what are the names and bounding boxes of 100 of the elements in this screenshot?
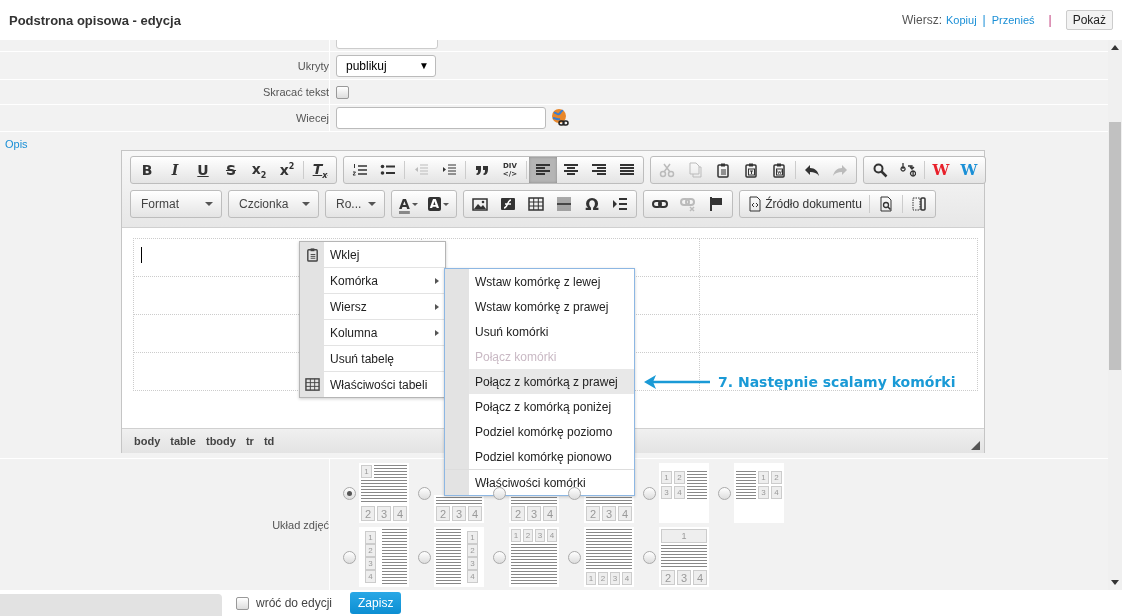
scrollbar[interactable] xyxy=(1108,40,1122,590)
show-button[interactable]: Pokaż xyxy=(1065,10,1113,30)
radio-button[interactable] xyxy=(343,550,356,564)
cut-icon xyxy=(659,162,675,178)
subscript-button[interactable]: x$_{2}$ xyxy=(245,157,273,183)
caret-icon xyxy=(302,202,310,206)
align-left-button[interactable] xyxy=(529,157,557,183)
hidden-select[interactable]: publikuj ▼ xyxy=(336,54,436,77)
radio-button[interactable] xyxy=(643,550,656,564)
arrow xyxy=(644,375,710,389)
menu-item[interactable]: Komórka xyxy=(300,268,445,294)
element-path-link[interactable]: tr xyxy=(245,435,254,447)
radio-button[interactable] xyxy=(493,550,506,564)
field-label: Skracać tekst xyxy=(262,86,329,98)
text-lines xyxy=(687,471,707,499)
dropdown[interactable]: Czcionka xyxy=(228,190,319,218)
menu-item[interactable]: Wstaw komórkę z lewej xyxy=(445,269,634,294)
slot-number: 2 xyxy=(365,544,376,557)
menu-item[interactable]: Wklej xyxy=(300,242,445,268)
clipboard-icon xyxy=(304,247,320,262)
slot-number: 2 xyxy=(661,570,675,585)
menu-item[interactable]: Właściwości komórki xyxy=(445,470,634,495)
move-link[interactable]: Przenieś xyxy=(991,14,1035,26)
slot-number: 1 xyxy=(661,471,672,484)
menu-item[interactable]: Podziel komórkę pionowo xyxy=(445,444,634,470)
align-center-icon xyxy=(563,162,579,178)
input-field[interactable] xyxy=(336,107,546,129)
superscript-button[interactable]: x$^{2}$ xyxy=(273,157,301,183)
menu-item[interactable]: Usuń tabelę xyxy=(300,346,445,372)
dropdown[interactable]: Ro... xyxy=(325,190,385,218)
menu-item[interactable]: Kolumna xyxy=(300,320,445,346)
bulleted-list-icon xyxy=(380,162,396,178)
scroll-up-icon[interactable] xyxy=(1111,45,1119,50)
strike-button[interactable]: S xyxy=(217,157,245,183)
globe-link-icon[interactable] xyxy=(550,108,570,128)
element-path-link[interactable]: body xyxy=(134,435,161,447)
align-left-icon xyxy=(535,162,551,178)
special-char-button[interactable]: Ω xyxy=(578,191,607,217)
align-right-icon xyxy=(591,162,607,178)
element-path-link[interactable]: tbody xyxy=(205,435,236,447)
input-field[interactable] xyxy=(336,40,438,49)
slot-number: 2 xyxy=(771,471,782,484)
text-color-button[interactable]: A xyxy=(394,191,423,217)
slot-number: 2 xyxy=(511,506,525,521)
radio-button[interactable] xyxy=(343,486,356,500)
slot-number: 1 xyxy=(467,531,478,544)
underline-button[interactable]: U xyxy=(189,157,217,183)
slot-number: 2 xyxy=(586,506,600,521)
separator: | xyxy=(982,13,986,27)
resize-handle[interactable] xyxy=(971,441,980,450)
checkbox[interactable] xyxy=(336,85,349,99)
radio-button[interactable] xyxy=(418,550,431,564)
slot-number: 2 xyxy=(361,506,375,521)
slot-number: 1 xyxy=(361,465,372,478)
checkbox[interactable] xyxy=(236,596,249,610)
menu-item[interactable]: Usuń komórki xyxy=(445,319,634,344)
copy-link[interactable]: Kopiuj xyxy=(946,14,977,26)
templates-icon xyxy=(910,196,927,212)
indent-icon xyxy=(441,162,457,178)
menu-item[interactable]: Połącz z komórką z prawej xyxy=(445,369,634,394)
menu-item[interactable]: Właściwości tabeli xyxy=(300,372,445,397)
bold-button[interactable]: B xyxy=(133,157,161,183)
scroll-down-icon[interactable] xyxy=(1111,580,1119,585)
radio-button[interactable] xyxy=(718,486,731,500)
copy-icon xyxy=(687,162,703,178)
text-lines xyxy=(736,471,756,499)
anchor-icon xyxy=(708,196,725,212)
radio-button[interactable] xyxy=(568,550,581,564)
slot-number: 3 xyxy=(677,570,691,585)
element-path-link[interactable]: td xyxy=(263,435,275,447)
menu-item[interactable]: Połącz z komórką poniżej xyxy=(445,394,634,419)
spellcheck-button[interactable]: W xyxy=(927,157,955,183)
slot-number: 4 xyxy=(547,529,557,542)
outdent-icon xyxy=(413,162,429,178)
italic-button[interactable]: I xyxy=(161,157,189,183)
slot-number: 2 xyxy=(436,506,450,521)
text-lines xyxy=(374,465,407,478)
menu-item[interactable]: Podziel komórkę poziomo xyxy=(445,419,634,444)
slot-number: 3 xyxy=(365,557,376,570)
menu-item[interactable]: Wstaw komórkę z prawej xyxy=(445,294,634,319)
dropdown[interactable]: Format xyxy=(130,190,222,218)
paste-word-icon xyxy=(771,162,787,178)
radio-button[interactable] xyxy=(418,486,431,500)
radio-button[interactable] xyxy=(643,486,656,500)
source-button[interactable]: Źródło dokumentu xyxy=(742,191,867,217)
scroll-thumb[interactable] xyxy=(1109,122,1121,370)
submenu-arrow-icon xyxy=(435,329,439,336)
clear-format-button[interactable]: T$_{x}$ xyxy=(306,157,334,183)
text-lines xyxy=(511,544,557,585)
background-color-button[interactable]: A xyxy=(422,191,455,217)
element-path-link[interactable]: table xyxy=(170,435,196,447)
menu-item[interactable]: Wiersz xyxy=(300,294,445,320)
table-icon xyxy=(304,377,320,392)
slot-number: 1 xyxy=(661,529,707,543)
slot-number: 1 xyxy=(511,529,521,542)
table-icon xyxy=(528,196,545,212)
separator: | xyxy=(1048,13,1052,27)
slot-number: 3 xyxy=(535,529,545,542)
radio-button[interactable] xyxy=(493,486,506,500)
slot-number: 3 xyxy=(661,486,672,499)
